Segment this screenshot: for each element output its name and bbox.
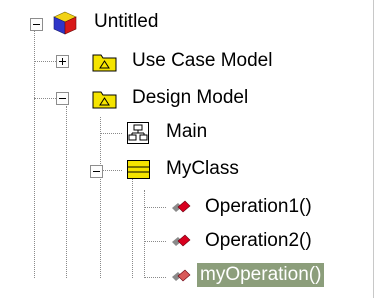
tree-connector: [144, 207, 166, 208]
tree-node-label: MyClass: [166, 158, 239, 179]
tree-connector: [100, 117, 101, 278]
operation-icon: [172, 234, 191, 247]
tree-node-use-case-model[interactable]: Use Case Model: [92, 49, 302, 75]
tree-connector: [144, 277, 166, 278]
diagram-icon: [127, 122, 149, 144]
operation-icon: [172, 269, 191, 282]
expand-toggle-use-case-model[interactable]: [56, 55, 69, 68]
tree-connector: [100, 170, 122, 171]
package-folder-icon: [92, 54, 117, 72]
tree-node-label: Design Model: [132, 87, 249, 108]
collapse-toggle-design-model[interactable]: [56, 92, 69, 105]
panel-border: [373, 0, 374, 298]
operation-icon: [172, 200, 191, 213]
tree-node-untitled[interactable]: Untitled: [52, 10, 182, 36]
tree-connector: [34, 98, 56, 99]
tree-node-myoperation[interactable]: myOperation(): [168, 263, 368, 289]
tree-node-label: Main: [166, 121, 208, 142]
tree-node-myclass[interactable]: MyClass: [126, 157, 276, 183]
tree-connector: [34, 30, 35, 278]
tree-node-main[interactable]: Main: [126, 120, 236, 146]
tree-node-label: Use Case Model: [132, 50, 273, 71]
tree-connector: [144, 241, 166, 242]
tree-connector: [132, 177, 133, 278]
collapse-toggle-untitled[interactable]: [30, 18, 43, 31]
tree-connector: [34, 61, 56, 62]
tree-node-operation2[interactable]: Operation2(): [168, 229, 358, 255]
tree-connector: [66, 106, 67, 278]
tree-connector: [144, 190, 145, 278]
tree-node-design-model[interactable]: Design Model: [92, 86, 292, 112]
model-cube-icon: [53, 11, 77, 35]
class-icon: [127, 160, 150, 179]
model-tree: Untitled Use Case Model Design Model Mai…: [0, 0, 392, 298]
tree-connector: [100, 133, 122, 134]
package-folder-icon: [92, 91, 117, 109]
selected-node-label: myOperation(): [197, 263, 325, 287]
tree-node-operation1[interactable]: Operation1(): [168, 195, 358, 221]
tree-node-label: Operation1(): [205, 196, 312, 217]
collapse-toggle-myclass[interactable]: [90, 165, 103, 178]
tree-node-label: Operation2(): [205, 230, 312, 251]
tree-node-label: Untitled: [94, 11, 159, 32]
